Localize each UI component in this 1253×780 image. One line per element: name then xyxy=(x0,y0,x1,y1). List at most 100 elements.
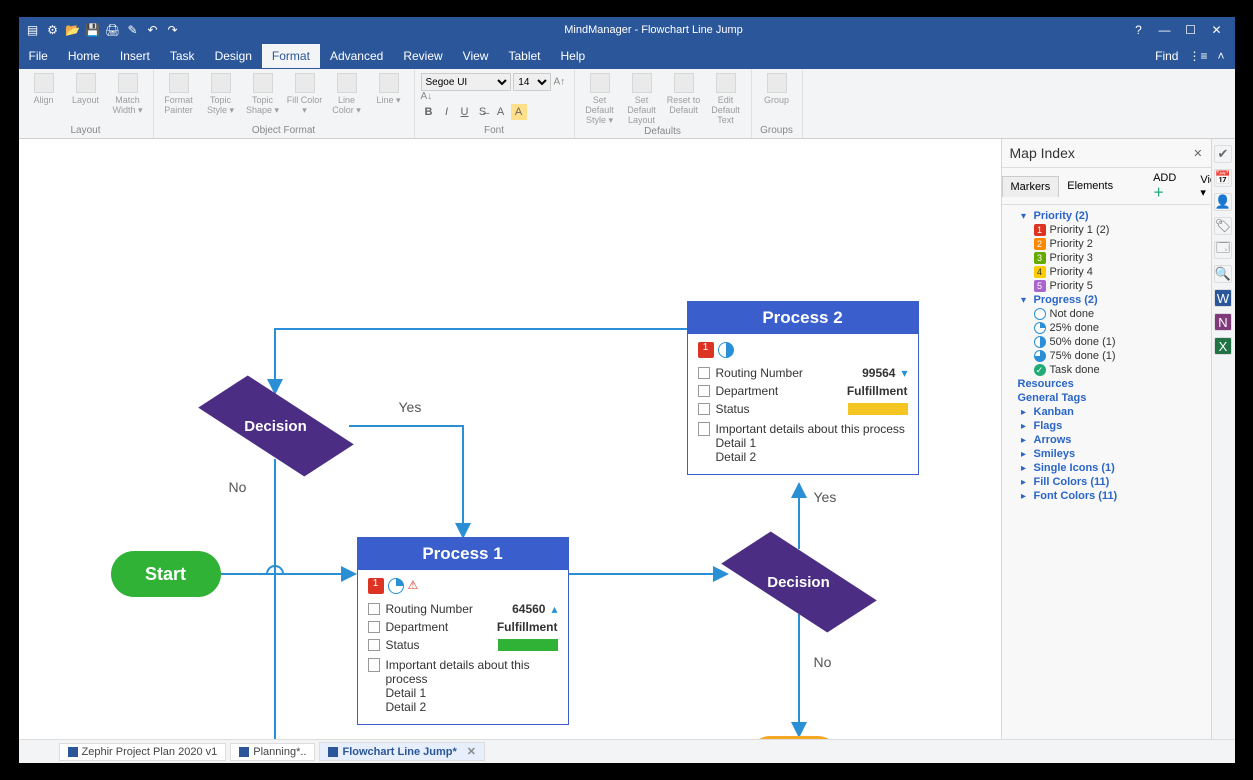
panel-close-icon[interactable]: ✕ xyxy=(1193,147,1202,160)
qat-save-icon[interactable]: 💾 xyxy=(85,22,101,38)
rail-mytasks-icon[interactable]: ✔ xyxy=(1214,145,1232,163)
bold-button[interactable]: B xyxy=(421,104,437,120)
menu-review[interactable]: Review xyxy=(393,44,452,68)
tree-prog-50[interactable]: 50% done (1) xyxy=(1006,335,1207,349)
menu-format[interactable]: Format xyxy=(262,44,320,68)
font-color-button[interactable]: A xyxy=(493,104,509,120)
underline-button[interactable]: U xyxy=(457,104,473,120)
app-icon[interactable]: ▤ xyxy=(25,22,41,38)
set-default-layout-button[interactable]: Set Default Layout xyxy=(623,73,661,126)
doc-tab-1[interactable]: Zephir Project Plan 2020 v1 xyxy=(59,743,227,761)
topic-shape-button[interactable]: Topic Shape ▾ xyxy=(244,73,282,116)
tree-kanban[interactable]: ▸Kanban xyxy=(1006,405,1207,419)
tree-smileys[interactable]: ▸Smileys xyxy=(1006,447,1207,461)
tree-arrows[interactable]: ▸Arrows xyxy=(1006,433,1207,447)
menu-advanced[interactable]: Advanced xyxy=(320,44,393,68)
qat-redo-icon[interactable]: ↷ xyxy=(165,22,181,38)
tree-font-colors[interactable]: ▸Font Colors (11) xyxy=(1006,489,1207,503)
tree-prog-75[interactable]: 75% done (1) xyxy=(1006,349,1207,363)
align-button[interactable]: Align xyxy=(25,73,63,116)
font-group-label: Font xyxy=(421,125,568,136)
qat-open-icon[interactable]: 📂 xyxy=(65,22,81,38)
tree-general-tags[interactable]: General Tags xyxy=(1006,391,1207,405)
menu-view[interactable]: View xyxy=(453,44,499,68)
tree-priority-5[interactable]: 5Priority 5 xyxy=(1006,279,1207,293)
tree-single-icons[interactable]: ▸Single Icons (1) xyxy=(1006,461,1207,475)
fill-color-button[interactable]: Fill Color ▾ xyxy=(286,73,324,116)
tab-close-icon[interactable]: ✕ xyxy=(467,745,476,758)
group-button[interactable]: Group xyxy=(758,73,796,105)
help-icon[interactable]: ? xyxy=(1131,22,1147,38)
menu-help[interactable]: Help xyxy=(551,44,596,68)
menu-insert[interactable]: Insert xyxy=(110,44,160,68)
qat-print-icon[interactable]: 🖨 xyxy=(105,22,121,38)
match-width-button[interactable]: Match Width ▾ xyxy=(109,73,147,116)
yes-label-1: Yes xyxy=(399,399,422,415)
doc-tab-2[interactable]: Planning*.. xyxy=(230,743,315,761)
tree-priority-1[interactable]: 1Priority 1 (2) xyxy=(1006,223,1207,237)
tree-fill-colors[interactable]: ▸Fill Colors (11) xyxy=(1006,475,1207,489)
topic-style-button[interactable]: Topic Style ▾ xyxy=(202,73,240,116)
marker-tree[interactable]: ▾Priority (2) 1Priority 1 (2) 2Priority … xyxy=(1002,205,1211,507)
line-color-button[interactable]: Line Color ▾ xyxy=(328,73,366,116)
tree-prog-25[interactable]: 25% done xyxy=(1006,321,1207,335)
rail-browser-icon[interactable]: 🗔 xyxy=(1214,241,1232,259)
highlight-button[interactable]: A xyxy=(511,104,527,120)
panel-title: Map Index xyxy=(1010,145,1075,161)
ribbon-options-icon[interactable]: ⋮≡ xyxy=(1188,49,1207,63)
menu-file[interactable]: File xyxy=(19,44,58,68)
tab-elements[interactable]: Elements xyxy=(1059,176,1121,196)
tree-priority-3[interactable]: 3Priority 3 xyxy=(1006,251,1207,265)
layout-button[interactable]: Layout xyxy=(67,73,105,116)
flowchart-canvas[interactable]: Start Decision Yes No Process 1 1 ⚠ Rout… xyxy=(19,139,1001,739)
decision-1-node[interactable]: Decision xyxy=(201,391,351,461)
menu-tablet[interactable]: Tablet xyxy=(498,44,550,68)
rail-onenote-icon[interactable]: N xyxy=(1214,313,1232,331)
rail-excel-icon[interactable]: X xyxy=(1214,337,1232,355)
process-2-node[interactable]: Process 2 1 Routing Number99564▾ Departm… xyxy=(687,301,919,475)
font-name-select[interactable]: Segoe UI xyxy=(421,73,511,91)
menu-design[interactable]: Design xyxy=(205,44,262,68)
rail-search-icon[interactable]: 🔍 xyxy=(1214,265,1232,283)
italic-button[interactable]: I xyxy=(439,104,455,120)
menu-home[interactable]: Home xyxy=(58,44,110,68)
process-1-node[interactable]: Process 1 1 ⚠ Routing Number64560▴ Depar… xyxy=(357,537,569,725)
tree-prog-0[interactable]: Not done xyxy=(1006,307,1207,321)
tree-priority-2[interactable]: 2Priority 2 xyxy=(1006,237,1207,251)
rail-contacts-icon[interactable]: 👤 xyxy=(1214,193,1232,211)
doc-tab-3[interactable]: Flowchart Line Jump*✕ xyxy=(319,742,485,761)
strike-button[interactable]: S̶ xyxy=(475,104,491,120)
tree-priority-head[interactable]: ▾Priority (2) xyxy=(1006,209,1207,223)
tree-flags[interactable]: ▸Flags xyxy=(1006,419,1207,433)
maximize-icon[interactable]: ☐ xyxy=(1183,22,1199,38)
close-icon[interactable]: ✕ xyxy=(1209,22,1225,38)
qat-curve-icon[interactable]: ✎ xyxy=(125,22,141,38)
tree-priority-4[interactable]: 4Priority 4 xyxy=(1006,265,1207,279)
edit-default-text-button[interactable]: Edit Default Text xyxy=(707,73,745,126)
set-default-style-button[interactable]: Set Default Style ▾ xyxy=(581,73,619,126)
tab-markers[interactable]: Markers xyxy=(1002,176,1060,197)
process-1-title: Process 1 xyxy=(358,538,568,570)
menu-bar: File Home Insert Task Design Format Adva… xyxy=(19,43,1235,69)
qat-undo-icon[interactable]: ↶ xyxy=(145,22,161,38)
menu-task[interactable]: Task xyxy=(160,44,205,68)
rail-tags-icon[interactable]: 🏷 xyxy=(1214,217,1232,235)
find-link[interactable]: Find xyxy=(1155,49,1178,63)
end-node[interactable]: End xyxy=(749,736,839,739)
qat-settings-icon[interactable]: ⚙ xyxy=(45,22,61,38)
minimize-icon[interactable]: — xyxy=(1157,22,1173,38)
tree-prog-done[interactable]: ✓Task done xyxy=(1006,363,1207,377)
tree-resources[interactable]: Resources xyxy=(1006,377,1207,391)
tree-progress-head[interactable]: ▾Progress (2) xyxy=(1006,293,1207,307)
reset-default-button[interactable]: Reset to Default xyxy=(665,73,703,126)
font-size-select[interactable]: 14 xyxy=(513,73,551,91)
collapse-ribbon-icon[interactable]: ˄ xyxy=(1217,49,1224,63)
add-marker-button[interactable]: ADD ＋ xyxy=(1137,168,1192,204)
rail-word-icon[interactable]: W xyxy=(1214,289,1232,307)
rail-calendar-icon[interactable]: 📅 xyxy=(1214,169,1232,187)
side-rail: ✔ 📅 👤 🏷 🗔 🔍 W N X xyxy=(1211,139,1235,739)
line-button[interactable]: Line ▾ xyxy=(370,73,408,116)
format-painter-button[interactable]: Format Painter xyxy=(160,73,198,116)
decision-2-node[interactable]: Decision xyxy=(724,547,874,617)
start-node[interactable]: Start xyxy=(111,551,221,597)
